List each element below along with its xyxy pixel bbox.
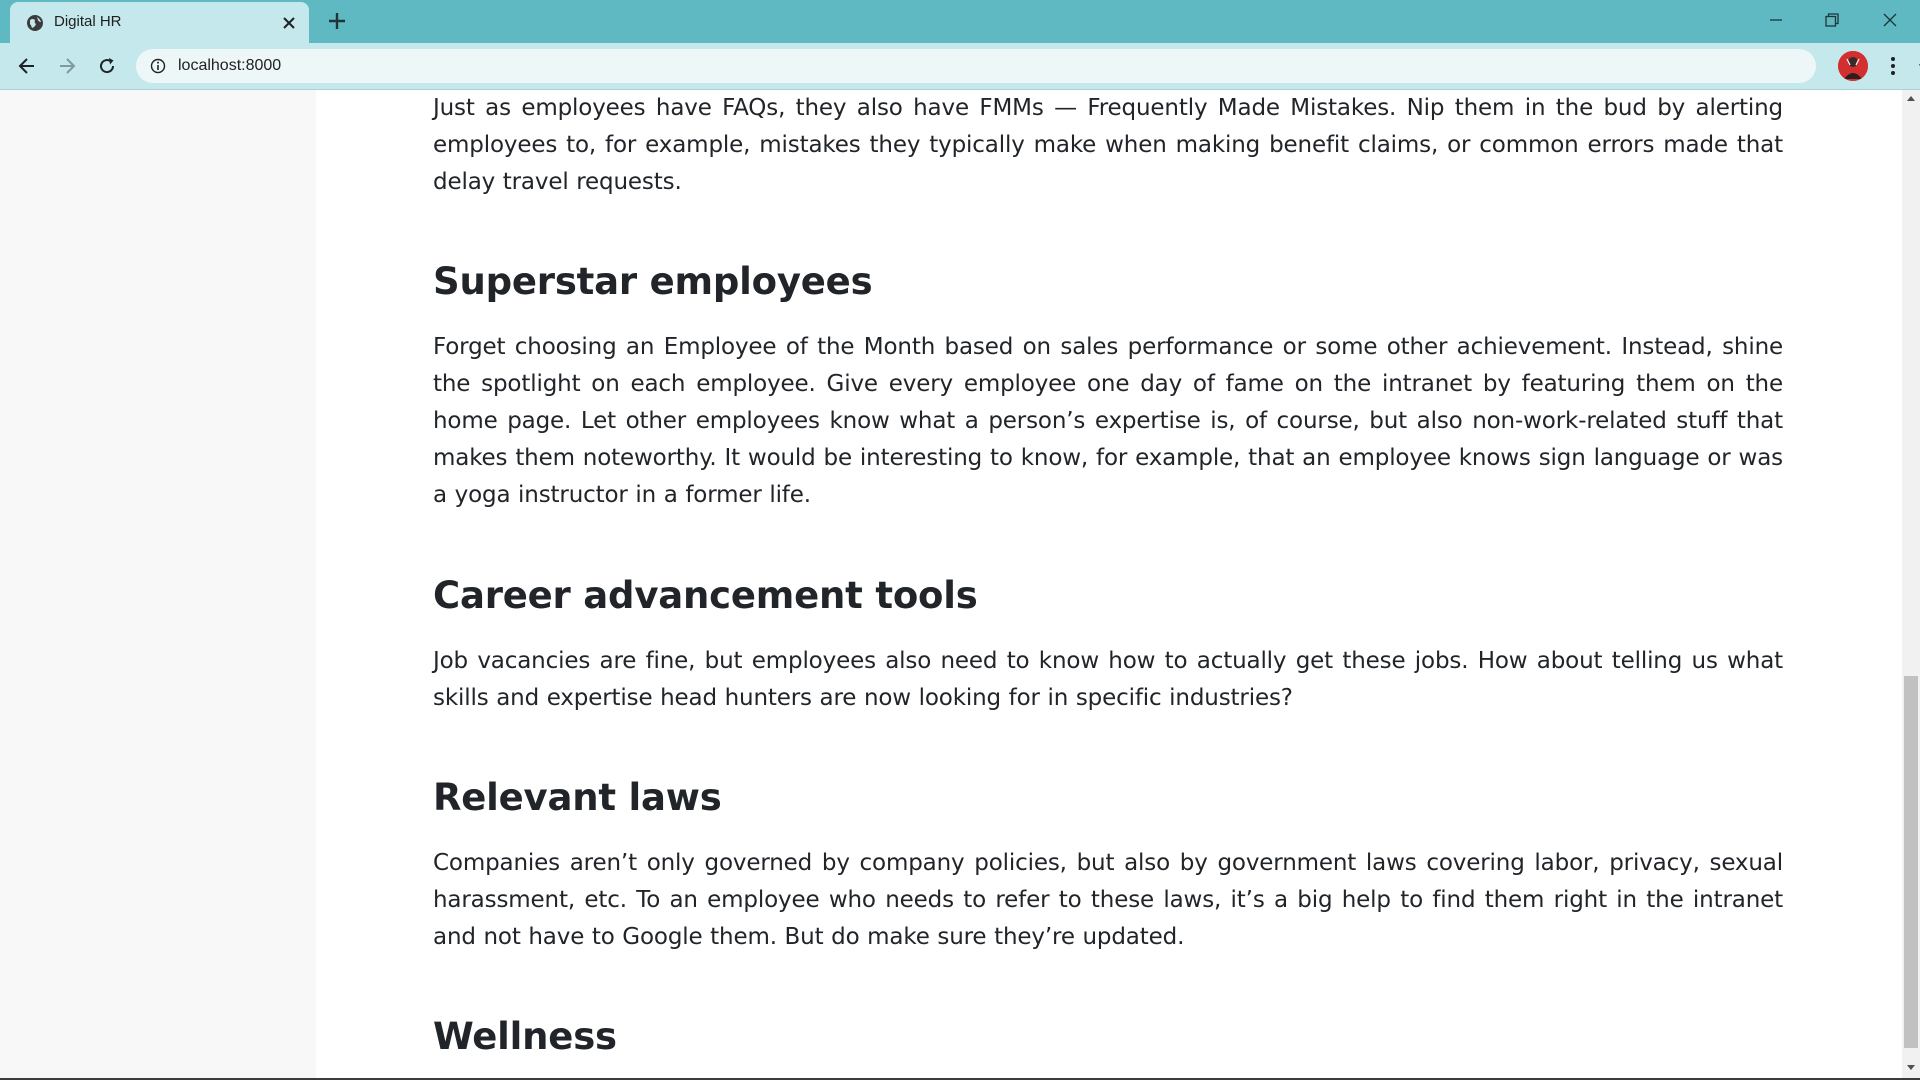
tab-title: Digital HR: [54, 13, 122, 30]
tab-strip: Digital HR: [0, 0, 1920, 43]
arrow-right-icon: [60, 58, 76, 74]
restore-button[interactable]: [1804, 0, 1860, 40]
section-body-career-advancement-tools: Job vacancies are fine, but employees al…: [433, 648, 1783, 711]
new-tab-icon[interactable]: [326, 10, 348, 32]
section-heading-wellness: Wellness: [433, 1015, 617, 1058]
close-window-button[interactable]: [1862, 0, 1918, 40]
section-heading-career-advancement-tools: Career advancement tools: [433, 574, 978, 617]
profile-avatar[interactable]: [1838, 51, 1868, 81]
left-gutter: [0, 90, 316, 1078]
section-body-relevant-laws: Companies aren’t only governed by compan…: [433, 850, 1783, 950]
section-body-superstar-employees: Forget choosing an Employee of the Month…: [433, 334, 1783, 508]
reload-icon: [100, 58, 115, 74]
info-icon[interactable]: [150, 58, 166, 74]
main-content: Just as employees have FAQs, they also h…: [316, 90, 1902, 1078]
forward-button[interactable]: [53, 52, 81, 80]
browser-toolbar: localhost:8000: [0, 43, 1920, 89]
section-heading-relevant-laws: Relevant laws: [433, 776, 722, 819]
section-heading-superstar-employees: Superstar employees: [433, 260, 873, 303]
arrow-left-icon: [18, 58, 34, 74]
scroll-up-icon[interactable]: [1906, 94, 1916, 102]
back-button[interactable]: [13, 52, 41, 80]
minimize-icon: [1770, 19, 1782, 21]
address-bar[interactable]: localhost:8000: [136, 49, 1920, 83]
vertical-scrollbar[interactable]: [1902, 90, 1920, 1078]
close-icon: [1883, 13, 1897, 27]
browser-tab[interactable]: Digital HR: [10, 2, 309, 43]
url-text[interactable]: localhost:8000: [178, 57, 281, 75]
close-tab-icon[interactable]: [280, 14, 298, 32]
reload-button[interactable]: [93, 52, 121, 80]
page-viewport: Just as employees have FAQs, they also h…: [0, 90, 1902, 1078]
scroll-down-icon[interactable]: [1906, 1064, 1916, 1072]
avatar-image: [1838, 51, 1868, 81]
globe-icon: [27, 15, 43, 31]
more-options-icon[interactable]: [1882, 53, 1904, 79]
restore-icon: [1825, 13, 1839, 27]
scrollbar-thumb[interactable]: [1904, 676, 1918, 1048]
minimize-button[interactable]: [1748, 0, 1804, 40]
intro-paragraph: Just as employees have FAQs, they also h…: [433, 95, 1783, 195]
